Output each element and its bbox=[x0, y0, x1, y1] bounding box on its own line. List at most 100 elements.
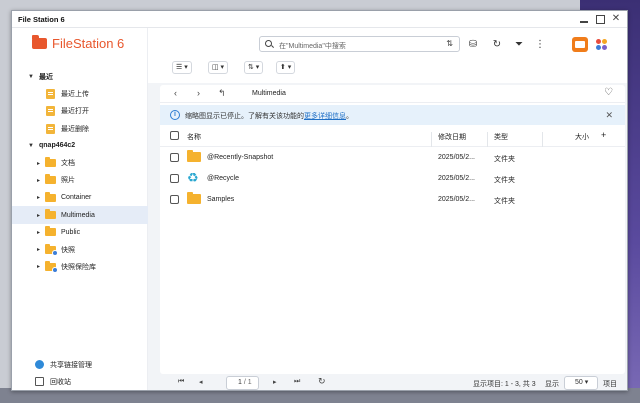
snapshot-vault-icon bbox=[45, 260, 58, 273]
sort-button[interactable]: ⇅ ▾ bbox=[244, 61, 264, 74]
filter-icon[interactable]: ⏷ bbox=[513, 39, 525, 51]
storage-icon[interactable]: ⛁ bbox=[467, 39, 479, 51]
recycle-icon: ♻ bbox=[187, 170, 199, 185]
folder-icon bbox=[45, 157, 56, 168]
recycle-bin[interactable]: 回收站 bbox=[12, 373, 148, 390]
recent-open-icon bbox=[46, 106, 55, 117]
maximize-button[interactable] bbox=[595, 14, 605, 24]
column-name[interactable]: 名称 bbox=[187, 132, 201, 142]
tree-item-recent-upload[interactable]: 最近上传 bbox=[12, 85, 148, 102]
back-icon[interactable]: ‹ bbox=[174, 88, 177, 98]
tree-item-label: Public bbox=[61, 228, 81, 236]
refresh-icon[interactable]: ↻ bbox=[318, 376, 326, 387]
share-link-label: 共享链接管理 bbox=[50, 361, 92, 369]
path-bar: ‹ › ↰ Multimedia ♡ bbox=[160, 85, 625, 103]
toolbar: 在"Multimedia"中搜索 ⇅ ⛁ ↻ ⏷ ⋮ ☰ ▾ ◫ ▾ ⇅ ▾ ⬆… bbox=[148, 28, 627, 83]
caret-right-icon[interactable]: ▸ bbox=[37, 212, 40, 219]
tree-group-label: qnap464c2 bbox=[39, 142, 76, 150]
caret-right-icon[interactable]: ▸ bbox=[37, 177, 40, 184]
tree-item-label: Multimedia bbox=[61, 211, 95, 219]
panel-toggle-button[interactable]: ◫ ▾ bbox=[208, 61, 229, 74]
apps-grid-icon[interactable] bbox=[596, 39, 607, 50]
sort-icon[interactable]: ⇅ bbox=[446, 39, 453, 48]
caret-right-icon[interactable]: ▸ bbox=[37, 229, 40, 236]
snapshot-folder-icon bbox=[45, 243, 58, 256]
app-logo-text: FileStation 6 bbox=[52, 36, 125, 51]
tree-group-recent[interactable]: ▼ 最近 bbox=[12, 68, 148, 85]
row-checkbox[interactable] bbox=[170, 153, 179, 162]
search-icon bbox=[265, 40, 272, 47]
notice-link[interactable]: 更多详细信息 bbox=[304, 113, 346, 120]
upload-button[interactable]: ⬆ ▾ bbox=[276, 61, 296, 74]
tree-item-snapshot-vault[interactable]: ▸ 快照保险库 bbox=[12, 258, 148, 275]
tree-group-nas[interactable]: ▼ qnap464c2 bbox=[12, 137, 148, 154]
caret-right-icon[interactable]: ▸ bbox=[37, 263, 40, 270]
view-mode-button[interactable]: ☰ ▾ bbox=[172, 61, 192, 74]
breadcrumb[interactable]: Multimedia bbox=[252, 90, 286, 97]
tree-item-recent-delete[interactable]: 最近删除 bbox=[12, 120, 148, 137]
table-row[interactable]: ♻ @Recycle 2025/05/2... 文件夹 bbox=[160, 168, 625, 189]
tree-group-label: 最近 bbox=[39, 73, 53, 81]
tree-item-snapshot[interactable]: ▸ 快照 bbox=[12, 241, 148, 258]
tree-item-recent-open[interactable]: 最近打开 bbox=[12, 103, 148, 120]
show-label: 显示 bbox=[545, 381, 559, 388]
row-type: 文件夹 bbox=[494, 198, 515, 205]
row-name: @Recycle bbox=[207, 175, 240, 182]
folder-icon bbox=[45, 226, 56, 237]
parent-folder-icon[interactable]: ↰ bbox=[218, 88, 226, 99]
tree-item-public[interactable]: ▸ Public bbox=[12, 224, 148, 241]
app-logo: FileStation 6 bbox=[32, 35, 125, 51]
forward-icon[interactable]: › bbox=[197, 88, 200, 98]
last-page-icon[interactable]: ⏭ bbox=[294, 378, 300, 386]
column-size[interactable]: 大小 bbox=[575, 132, 589, 142]
select-all-checkbox[interactable] bbox=[170, 131, 179, 140]
row-checkbox[interactable] bbox=[170, 174, 179, 183]
row-modified: 2025/05/2... bbox=[438, 196, 475, 203]
add-column-icon[interactable]: + bbox=[601, 130, 606, 140]
favorite-icon[interactable]: ♡ bbox=[604, 87, 613, 98]
page-input[interactable]: 1 / 1 bbox=[226, 376, 259, 390]
first-page-icon[interactable]: ⏮ bbox=[178, 378, 184, 386]
tree-item-label: 照片 bbox=[61, 177, 75, 185]
close-notice-icon[interactable]: ✕ bbox=[605, 110, 613, 121]
row-type: 文件夹 bbox=[494, 156, 515, 163]
column-modified[interactable]: 修改日期 bbox=[438, 132, 466, 142]
close-button[interactable]: ✕ bbox=[611, 14, 621, 24]
tree-item-multimedia[interactable]: ▸ Multimedia bbox=[12, 206, 148, 224]
file-station-window: File Station 6 ✕ FileStation 6 ▼ 最近 最近上传… bbox=[11, 10, 628, 391]
tree-item-label: 快照保险库 bbox=[61, 263, 96, 271]
info-icon: i bbox=[170, 110, 180, 120]
per-page-select[interactable]: 50 ▾ bbox=[564, 376, 598, 390]
items-label: 项目 bbox=[603, 381, 617, 388]
row-type: 文件夹 bbox=[494, 177, 515, 184]
search-box[interactable]: 在"Multimedia"中搜索 ⇅ bbox=[259, 36, 460, 52]
caret-down-icon[interactable]: ▼ bbox=[28, 143, 34, 149]
filestation-logo-icon bbox=[32, 35, 47, 49]
prev-page-icon[interactable]: ◂ bbox=[199, 378, 203, 386]
column-type[interactable]: 类型 bbox=[494, 132, 508, 142]
trash-icon bbox=[35, 377, 44, 386]
caret-right-icon[interactable]: ▸ bbox=[37, 194, 40, 201]
caret-right-icon[interactable]: ▸ bbox=[37, 246, 40, 253]
refresh-icon[interactable]: ↻ bbox=[491, 39, 503, 51]
recent-delete-icon bbox=[46, 123, 55, 134]
file-station-app-icon[interactable] bbox=[572, 37, 588, 52]
table-row[interactable]: Samples 2025/05/2... 文件夹 bbox=[160, 189, 625, 210]
folder-icon bbox=[45, 174, 56, 185]
share-link-management[interactable]: 共享链接管理 bbox=[12, 356, 148, 373]
row-checkbox[interactable] bbox=[170, 195, 179, 204]
tree-item-label: 最近打开 bbox=[61, 108, 89, 116]
folder-icon bbox=[45, 209, 56, 220]
caret-down-icon[interactable]: ▼ bbox=[28, 74, 34, 80]
tree-item-documents[interactable]: ▸ 文档 bbox=[12, 154, 148, 171]
table-row[interactable]: @Recently-Snapshot 2025/05/2... 文件夹 bbox=[160, 147, 625, 168]
recent-upload-icon bbox=[46, 88, 55, 99]
minimize-button[interactable] bbox=[579, 14, 589, 24]
search-input[interactable]: 在"Multimedia"中搜索 bbox=[279, 41, 346, 51]
tree-item-label: 最近上传 bbox=[61, 90, 89, 98]
tree-item-photos[interactable]: ▸ 照片 bbox=[12, 172, 148, 189]
more-icon[interactable]: ⋮ bbox=[534, 39, 546, 51]
tree-item-container[interactable]: ▸ Container bbox=[12, 189, 148, 206]
next-page-icon[interactable]: ▸ bbox=[273, 378, 277, 386]
caret-right-icon[interactable]: ▸ bbox=[37, 160, 40, 167]
